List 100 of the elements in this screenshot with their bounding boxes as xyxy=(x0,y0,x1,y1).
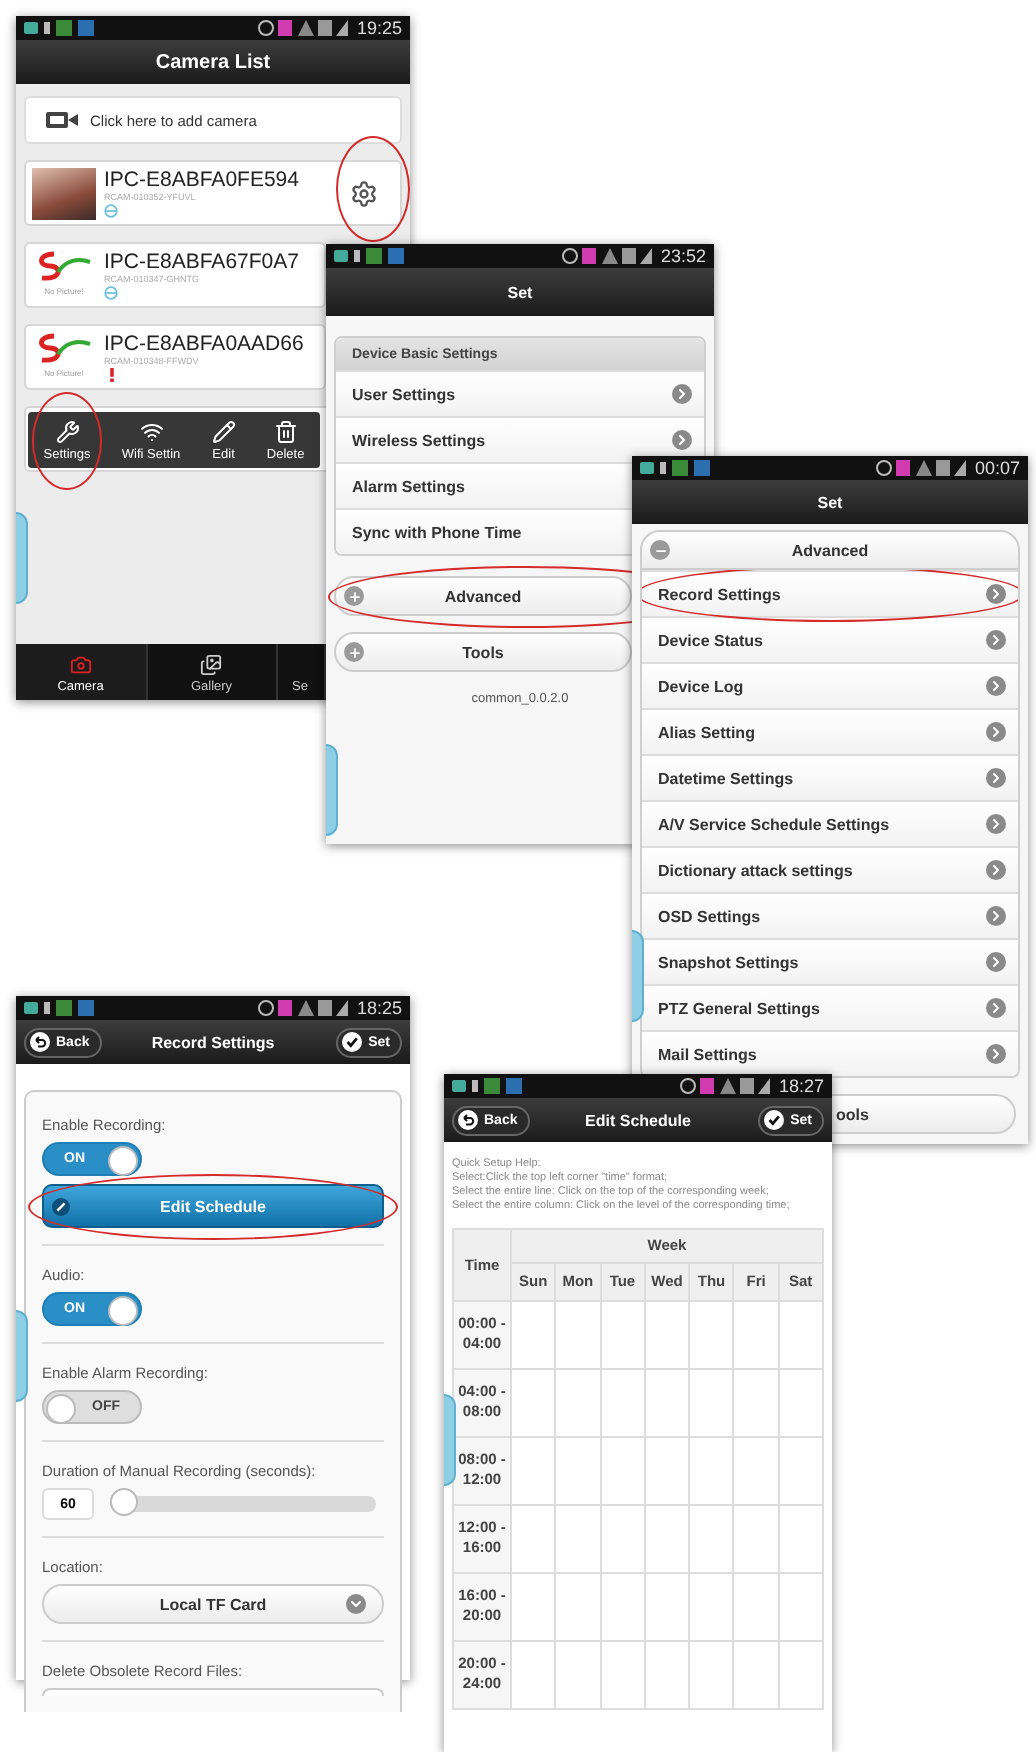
menu-item[interactable]: Device Log xyxy=(642,662,1018,708)
menu-item[interactable]: Mail Settings xyxy=(642,1030,1018,1076)
check-icon xyxy=(764,1110,785,1130)
menu-item[interactable]: Record Settings xyxy=(642,570,1018,616)
gallery-icon xyxy=(200,654,223,676)
side-handle[interactable] xyxy=(16,1310,28,1402)
chevron-down-icon xyxy=(346,1594,366,1614)
schedule-slot[interactable] xyxy=(600,1504,645,1573)
status-icons-drawing xyxy=(876,460,969,476)
dropdown[interactable]: Local TF Card xyxy=(42,1584,384,1624)
status-time: 18:25 xyxy=(356,998,402,1018)
schedule-slot[interactable] xyxy=(733,1368,779,1437)
section-header[interactable]: Advanced xyxy=(334,576,632,616)
schedule-slot[interactable] xyxy=(644,1504,690,1573)
section-header[interactable]: Advanced xyxy=(640,530,1020,570)
menu-item[interactable]: Sync with Phone Time xyxy=(336,508,634,554)
pencil-icon xyxy=(52,1197,70,1215)
schedule-slot[interactable] xyxy=(511,1368,556,1437)
status-icons-drawing xyxy=(680,1078,773,1094)
schedule-slot[interactable] xyxy=(733,1572,779,1641)
menu-item[interactable]: PTZ General Settings xyxy=(642,984,1018,1030)
slider-thumb[interactable] xyxy=(110,1488,138,1516)
schedule-slot[interactable] xyxy=(644,1436,690,1505)
schedule-slot[interactable] xyxy=(600,1436,645,1505)
status-time: 00:07 xyxy=(974,458,1020,478)
schedule-slot[interactable] xyxy=(778,1640,823,1709)
schedule-slot[interactable] xyxy=(511,1572,556,1641)
camera-name: IPC-E8ABFA0AAD66 xyxy=(104,332,304,356)
menu-item[interactable]: Device Status xyxy=(642,616,1018,662)
menu-item[interactable]: Alarm Settings xyxy=(336,462,634,508)
status-time: 23:52 xyxy=(660,246,706,266)
side-handle[interactable] xyxy=(632,930,644,1022)
menu-item[interactable]: OSD Settings xyxy=(642,892,1018,938)
schedule-slot[interactable] xyxy=(555,1368,601,1437)
schedule-slot[interactable] xyxy=(511,1640,556,1709)
settings-icon[interactable] xyxy=(350,179,378,207)
menu-item[interactable]: User Settings xyxy=(336,370,704,416)
schedule-slot[interactable] xyxy=(689,1640,734,1709)
schedule-slot[interactable] xyxy=(511,1504,556,1573)
schedule-slot[interactable] xyxy=(555,1300,601,1369)
edit-schedule-button[interactable]: Edit Schedule xyxy=(42,1184,384,1228)
schedule-slot[interactable] xyxy=(644,1640,690,1709)
camera-icon xyxy=(46,112,78,128)
status-icons-drawing xyxy=(562,248,655,264)
schedule-slot[interactable] xyxy=(555,1572,601,1641)
screen-title: Record Settings xyxy=(151,1033,275,1051)
schedule-slot[interactable] xyxy=(733,1640,779,1709)
schedule-slot[interactable] xyxy=(689,1504,734,1573)
schedule-slot[interactable] xyxy=(689,1368,734,1437)
pencil-icon xyxy=(211,419,236,443)
schedule-slot[interactable] xyxy=(733,1504,779,1573)
schedule-slot[interactable] xyxy=(600,1368,645,1437)
schedule-slot[interactable] xyxy=(778,1436,823,1505)
schedule-slot[interactable] xyxy=(644,1300,690,1369)
schedule-slot[interactable] xyxy=(778,1504,823,1573)
section-header[interactable]: Tools xyxy=(334,632,632,672)
schedule-slot[interactable] xyxy=(733,1300,779,1369)
schedule-slot[interactable] xyxy=(778,1300,823,1369)
schedule-slot[interactable] xyxy=(555,1436,601,1505)
schedule-slot[interactable] xyxy=(644,1572,690,1641)
schedule-slot[interactable] xyxy=(555,1640,601,1709)
status-time: 19:25 xyxy=(356,18,402,38)
wifi-icon xyxy=(139,419,164,443)
side-handle[interactable] xyxy=(16,512,28,604)
schedule-slot[interactable] xyxy=(689,1436,734,1505)
back-icon xyxy=(458,1110,478,1130)
screen-title: Set xyxy=(507,283,533,301)
check-icon xyxy=(342,1032,363,1052)
schedule-slot[interactable] xyxy=(733,1436,779,1505)
screen-title: Set xyxy=(817,493,843,511)
menu-item[interactable]: Datetime Settings xyxy=(642,754,1018,800)
camera-name: IPC-E8ABFA67F0A7 xyxy=(104,250,299,274)
schedule-slot[interactable] xyxy=(555,1504,601,1573)
section-header[interactable]: ools xyxy=(832,1094,1016,1134)
back-icon xyxy=(30,1032,50,1052)
screen-title: Camera List xyxy=(155,51,271,73)
schedule-slot[interactable] xyxy=(689,1572,734,1641)
schedule-slot[interactable] xyxy=(600,1572,645,1641)
dropdown[interactable] xyxy=(42,1688,384,1696)
status-icons-drawing xyxy=(258,1000,351,1016)
wrench-icon xyxy=(55,419,80,443)
schedule-slot[interactable] xyxy=(600,1640,645,1709)
schedule-slot[interactable] xyxy=(689,1300,734,1369)
menu-item[interactable]: A/V Service Schedule Settings xyxy=(642,800,1018,846)
menu-item[interactable]: Snapshot Settings xyxy=(642,938,1018,984)
schedule-slot[interactable] xyxy=(778,1572,823,1641)
menu-item[interactable]: Alias Setting xyxy=(642,708,1018,754)
schedule-slot[interactable] xyxy=(511,1300,556,1369)
menu-item[interactable]: Wireless Settings xyxy=(336,416,704,462)
menu-item[interactable]: Dictionary attack settings xyxy=(642,846,1018,892)
status-icons-drawing xyxy=(258,20,351,36)
schedule-slot[interactable] xyxy=(511,1436,556,1505)
schedule-slot[interactable] xyxy=(600,1300,645,1369)
schedule-slot[interactable] xyxy=(778,1368,823,1437)
trash-icon xyxy=(273,419,298,443)
side-handle[interactable] xyxy=(444,1394,456,1486)
camera-icon xyxy=(69,654,92,676)
camera-name: IPC-E8ABFA0FE594 xyxy=(104,168,299,192)
side-handle[interactable] xyxy=(326,744,338,836)
schedule-slot[interactable] xyxy=(644,1368,690,1437)
